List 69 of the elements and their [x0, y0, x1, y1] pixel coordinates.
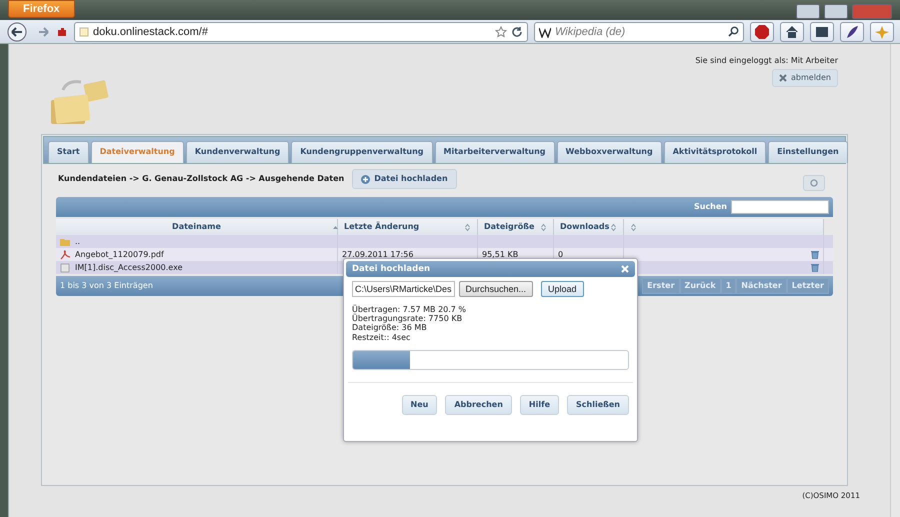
tab[interactable]: Mitarbeiterverwaltung	[434, 141, 555, 163]
search-field[interactable]: Wikipedia (de)	[534, 22, 744, 42]
table-cell: 27.09.2011 17:56	[342, 248, 414, 260]
address-bar[interactable]: doku.onlinestack.com/#	[74, 22, 528, 42]
pdf-icon	[60, 250, 71, 260]
file-name[interactable]: IM[1].disc_Access2000.exe	[75, 262, 182, 274]
page-icon	[79, 26, 89, 36]
browse-button[interactable]: Durchsuchen...	[458, 281, 534, 297]
sort-icon[interactable]	[630, 222, 637, 232]
tab[interactable]: Einstellungen	[768, 141, 848, 163]
file-name[interactable]: ..	[75, 236, 80, 248]
trash-icon[interactable]	[811, 263, 819, 272]
stop-sign-icon	[755, 24, 769, 38]
tab[interactable]: Aktivitätsprotokoll	[664, 141, 766, 163]
table-cell: 0	[558, 248, 564, 260]
forward-icon[interactable]	[38, 26, 50, 38]
reload-icon[interactable]	[511, 26, 523, 38]
upload-stat: Restzeit:: 4sec	[352, 332, 412, 342]
upload-stat: Dateigröße: 36 MB	[352, 323, 428, 333]
feather-button[interactable]	[840, 22, 864, 42]
column-header[interactable]: Dateigröße	[478, 219, 554, 235]
file-icon	[60, 262, 71, 272]
home-icon	[785, 24, 799, 38]
entries-info: 1 bis 3 von 3 Einträgen	[60, 280, 153, 292]
dialog-button[interactable]: Neu	[402, 394, 438, 415]
upload-button[interactable]: Upload	[541, 281, 584, 297]
close-icon[interactable]	[621, 265, 629, 273]
sort-icon[interactable]	[540, 222, 547, 232]
home-button[interactable]	[780, 22, 804, 42]
star-icon[interactable]	[495, 26, 507, 38]
column-header[interactable]: Downloads	[554, 219, 624, 235]
window-icon	[815, 26, 829, 38]
search-icon[interactable]	[728, 26, 739, 37]
file-name[interactable]: Angebot_1120079.pdf	[75, 248, 164, 260]
dialog-button[interactable]: Hilfe	[520, 394, 560, 415]
table-cell: 95,51 KB	[482, 248, 518, 260]
addon-button[interactable]	[870, 22, 894, 42]
column-header[interactable]: Letzte Änderung	[338, 219, 478, 235]
sort-icon[interactable]	[464, 222, 471, 232]
dialog-button[interactable]: Abbrechen	[445, 394, 512, 415]
adblock-button[interactable]	[750, 22, 774, 42]
table-search-field[interactable]	[731, 200, 829, 214]
sort-icon[interactable]	[610, 222, 617, 232]
login-status: Sie sind eingeloggt als: Mit Arbeiter	[695, 55, 838, 67]
tab[interactable]: Start	[48, 141, 89, 163]
column-header[interactable]: Dateiname	[56, 219, 338, 235]
dialog-title: Datei hochladen	[352, 262, 430, 276]
upload-button[interactable]: Datei hochladen	[352, 169, 457, 189]
close-icon	[779, 74, 787, 82]
search-label: Suchen	[694, 201, 727, 213]
dialog-button[interactable]: Schließen	[567, 394, 629, 415]
star-burst-icon	[875, 24, 889, 38]
tab[interactable]: Kundengruppenverwaltung	[291, 141, 433, 163]
tab[interactable]: Kundenverwaltung	[186, 141, 290, 163]
refresh-button[interactable]	[803, 175, 825, 191]
breadcrumb: Kundendateien -> G. Genau-Zollstock AG -> Ausgehende Daten	[58, 173, 344, 185]
scrollbar[interactable]	[890, 44, 900, 517]
maximize-button[interactable]	[824, 4, 848, 19]
feather-icon	[845, 24, 859, 38]
logout-button[interactable]: abmelden	[772, 69, 838, 87]
wikipedia-icon	[539, 26, 551, 38]
window-button[interactable]	[810, 22, 834, 42]
file-path-field[interactable]: C:\Users\RMarticke\Des	[352, 281, 455, 297]
minimize-button[interactable]	[796, 4, 820, 19]
plus-icon	[361, 174, 370, 184]
upload-stat: Übertragungsrate: 7750 KB	[352, 314, 464, 324]
tab[interactable]: Webboxverwaltung	[556, 141, 662, 163]
upload-stat: Übertragen: 7.57 MB 20.7 %	[352, 305, 468, 314]
trash-icon[interactable]	[811, 250, 819, 259]
